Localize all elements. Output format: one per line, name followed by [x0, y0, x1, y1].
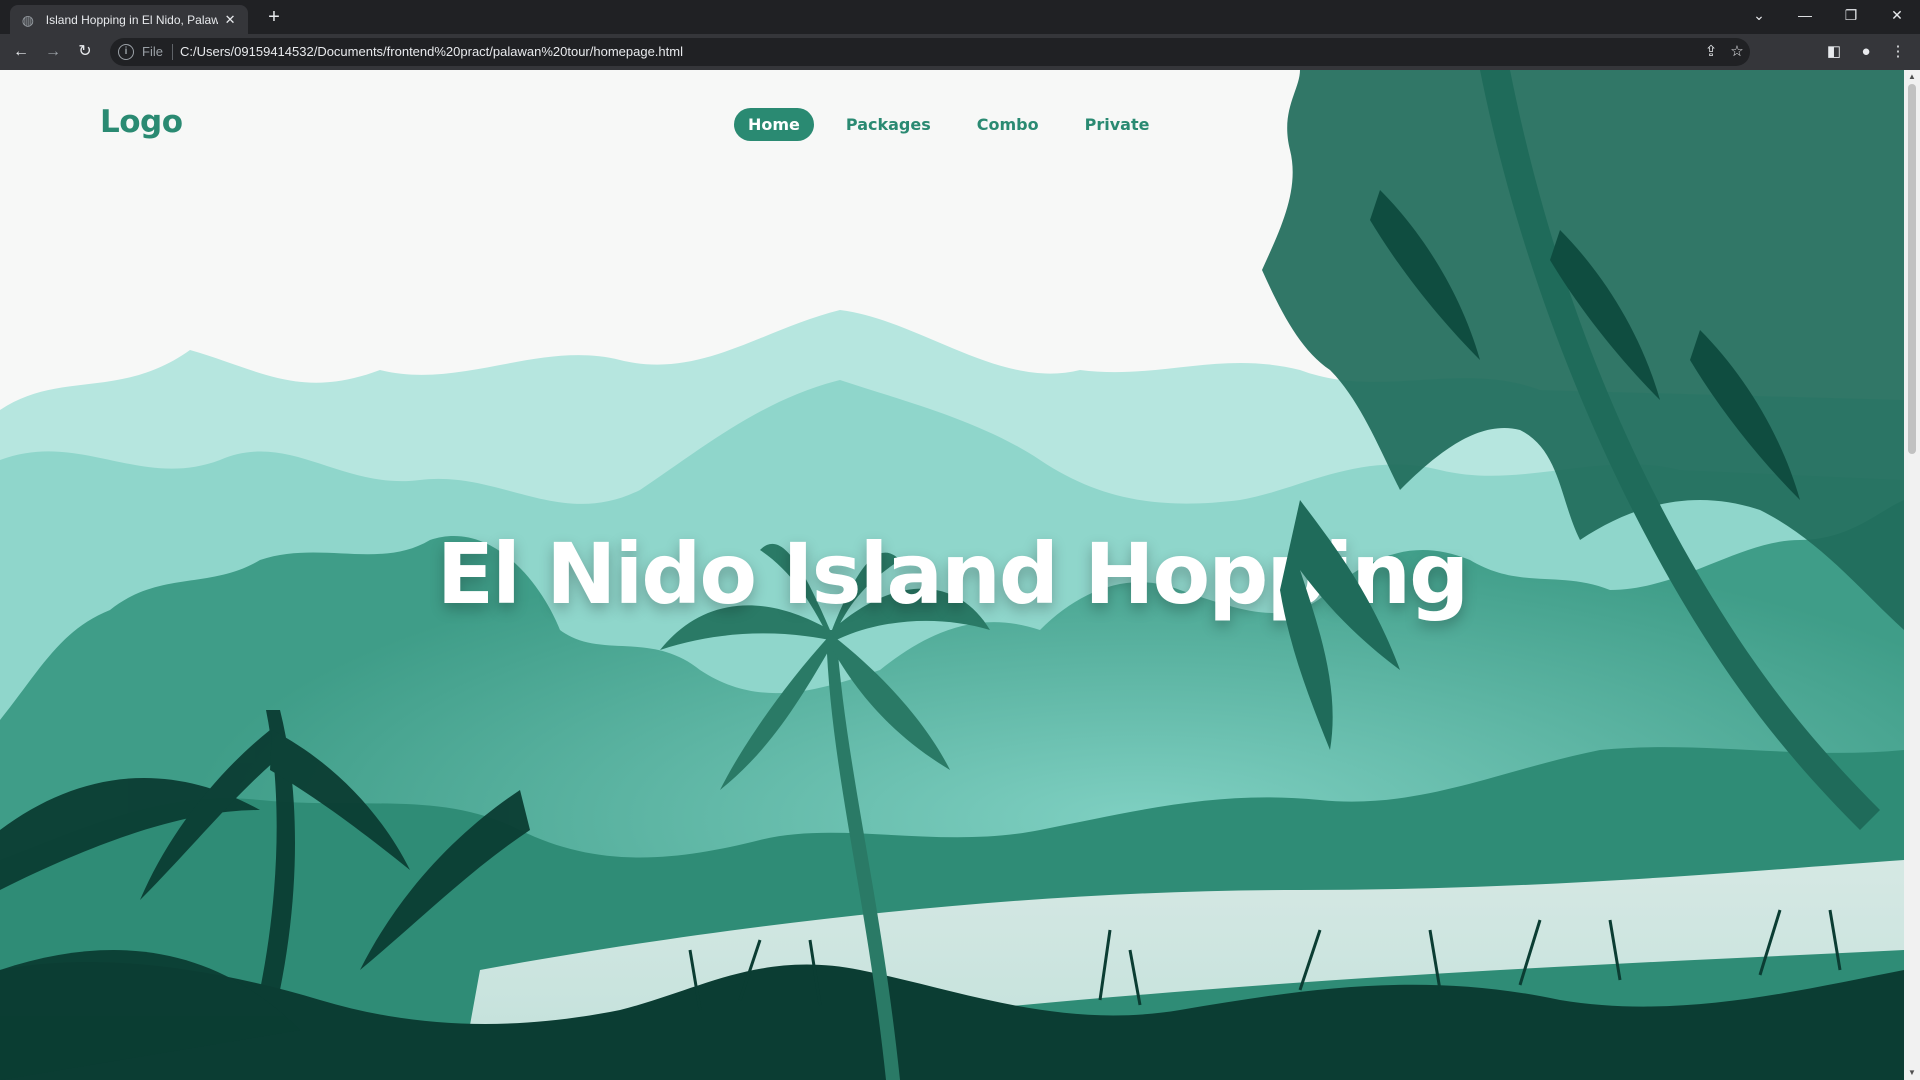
forward-icon[interactable]: →: [42, 41, 64, 63]
browser-toolbar: ← → ↻ i File C:/Users/09159414532/Docume…: [0, 34, 1920, 70]
menu-kebab-icon[interactable]: ⋮: [1887, 41, 1909, 63]
site-logo[interactable]: Logo: [100, 104, 183, 140]
browser-tab[interactable]: ◍ Island Hopping in El Nido, Palawan ✕: [10, 5, 248, 34]
scheme-label: File: [142, 44, 163, 59]
nav-private[interactable]: Private: [1071, 108, 1164, 141]
new-tab-icon[interactable]: +: [262, 6, 286, 29]
browser-tab-strip: ◍ Island Hopping in El Nido, Palawan ✕ +…: [0, 0, 1920, 34]
nav-combo[interactable]: Combo: [963, 108, 1053, 141]
scroll-up-arrow-icon[interactable]: ▲: [1904, 70, 1920, 84]
url-text[interactable]: C:/Users/09159414532/Documents/frontend%…: [180, 44, 683, 59]
scroll-down-arrow-icon[interactable]: ▼: [1904, 1066, 1920, 1080]
minimize-icon[interactable]: —: [1782, 0, 1828, 30]
address-divider: [172, 44, 173, 60]
restore-icon[interactable]: ❐: [1828, 0, 1874, 30]
tab-search-icon[interactable]: ⌄: [1736, 0, 1782, 30]
address-bar[interactable]: i File C:/Users/09159414532/Documents/fr…: [110, 38, 1750, 66]
hero-title: El Nido Island Hopping: [436, 525, 1470, 623]
scroll-thumb[interactable]: [1908, 84, 1916, 454]
close-tab-icon[interactable]: ✕: [222, 12, 238, 28]
info-icon[interactable]: i: [118, 44, 134, 60]
globe-icon: ◍: [21, 11, 34, 28]
share-icon[interactable]: ⇪: [1700, 41, 1722, 63]
profile-icon[interactable]: ●: [1855, 41, 1877, 63]
tab-title: Island Hopping in El Nido, Palawan: [45, 12, 219, 27]
page-scrollbar[interactable]: ▲ ▼: [1904, 70, 1920, 1080]
nav-packages[interactable]: Packages: [832, 108, 945, 141]
page-viewport: Logo Home Packages Combo Private El Nido…: [0, 70, 1904, 1080]
nav-home[interactable]: Home: [734, 108, 814, 141]
window-close-icon[interactable]: ✕: [1874, 0, 1920, 30]
side-panel-icon[interactable]: ◧: [1823, 41, 1845, 63]
back-icon[interactable]: ←: [10, 41, 32, 63]
bookmark-star-icon[interactable]: ☆: [1726, 41, 1748, 63]
reload-icon[interactable]: ↻: [74, 41, 96, 63]
main-nav: Home Packages Combo Private: [734, 108, 1163, 141]
